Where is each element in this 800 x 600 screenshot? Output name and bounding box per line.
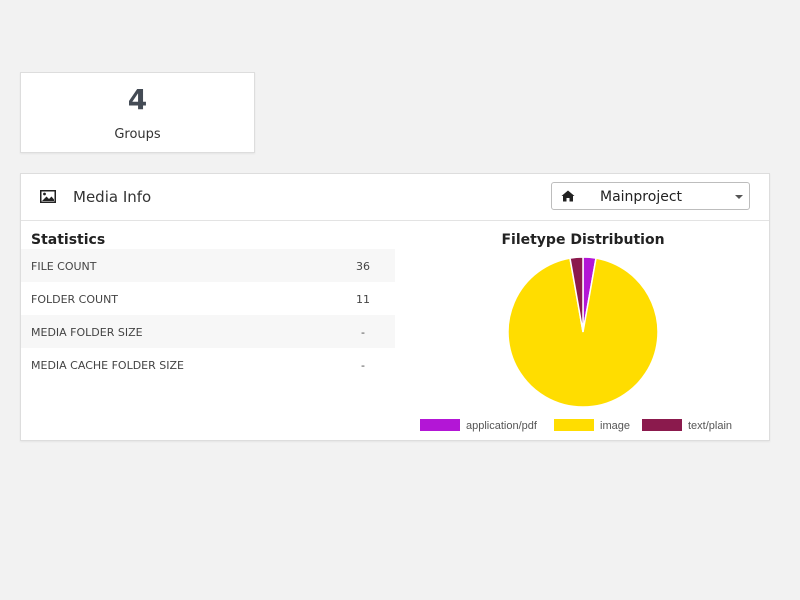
legend-label[interactable]: image <box>600 420 630 432</box>
groups-count: 4 <box>127 83 148 116</box>
legend-swatch[interactable] <box>420 419 460 431</box>
groups-stat-card: 4 Groups <box>20 72 255 153</box>
legend-label[interactable]: text/plain <box>688 420 732 432</box>
legend-swatch[interactable] <box>554 419 594 431</box>
legend-swatch[interactable] <box>642 419 682 431</box>
media-info-panel: Media Info Mainproject Statistics FILE C… <box>20 173 770 441</box>
legend-label[interactable]: application/pdf <box>466 420 538 432</box>
filetype-pie-chart: application/pdf image text/plain <box>420 256 732 432</box>
groups-label: Groups <box>114 127 161 142</box>
